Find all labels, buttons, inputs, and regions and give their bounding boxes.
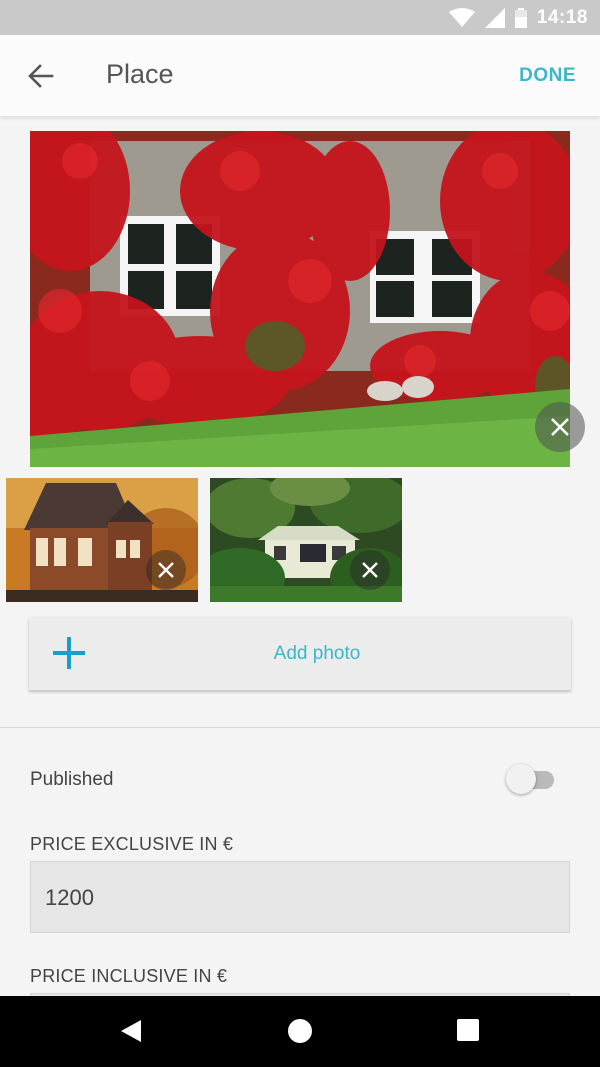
ivy-house-photo <box>30 131 570 467</box>
divider <box>0 727 600 728</box>
status-time: 14:18 <box>536 6 588 28</box>
add-photo-label: Add photo <box>273 643 361 664</box>
nav-back-button[interactable] <box>119 1018 143 1049</box>
published-label: Published <box>30 769 114 790</box>
app-bar: Place DONE <box>0 35 600 117</box>
done-button[interactable]: DONE <box>519 65 576 87</box>
square-recents-icon <box>457 1019 479 1041</box>
remove-thumbnail-button[interactable] <box>350 550 390 590</box>
back-button[interactable] <box>22 57 60 95</box>
remove-main-photo-button[interactable] <box>535 402 585 452</box>
price-exclusive-input[interactable]: 1200 <box>30 861 570 933</box>
battery-icon <box>514 7 527 28</box>
status-bar: 14:18 <box>0 0 600 35</box>
page-title: Place <box>106 59 174 89</box>
circle-home-icon <box>288 1019 312 1043</box>
add-photo-button[interactable]: Add photo <box>29 617 571 690</box>
wifi-icon <box>448 7 475 27</box>
nav-home-button[interactable] <box>287 1018 313 1049</box>
price-inclusive-label: PRICE INCLUSIVE IN € <box>30 966 228 986</box>
cell-signal-icon <box>484 7 505 28</box>
system-nav-bar <box>0 996 600 1067</box>
triangle-back-icon <box>121 1020 141 1042</box>
close-icon <box>158 562 174 578</box>
close-icon <box>551 418 569 436</box>
photo-thumbnail[interactable] <box>210 478 402 602</box>
remove-thumbnail-button[interactable] <box>146 550 186 590</box>
published-toggle[interactable] <box>506 764 556 796</box>
nav-recents-button[interactable] <box>456 1018 480 1047</box>
photo-thumbnail[interactable] <box>6 478 198 602</box>
close-icon <box>362 562 378 578</box>
main-photo[interactable] <box>30 131 570 467</box>
toggle-knob <box>506 764 536 794</box>
arrow-back-icon <box>28 64 54 88</box>
price-exclusive-label: PRICE EXCLUSIVE IN € <box>30 834 234 854</box>
